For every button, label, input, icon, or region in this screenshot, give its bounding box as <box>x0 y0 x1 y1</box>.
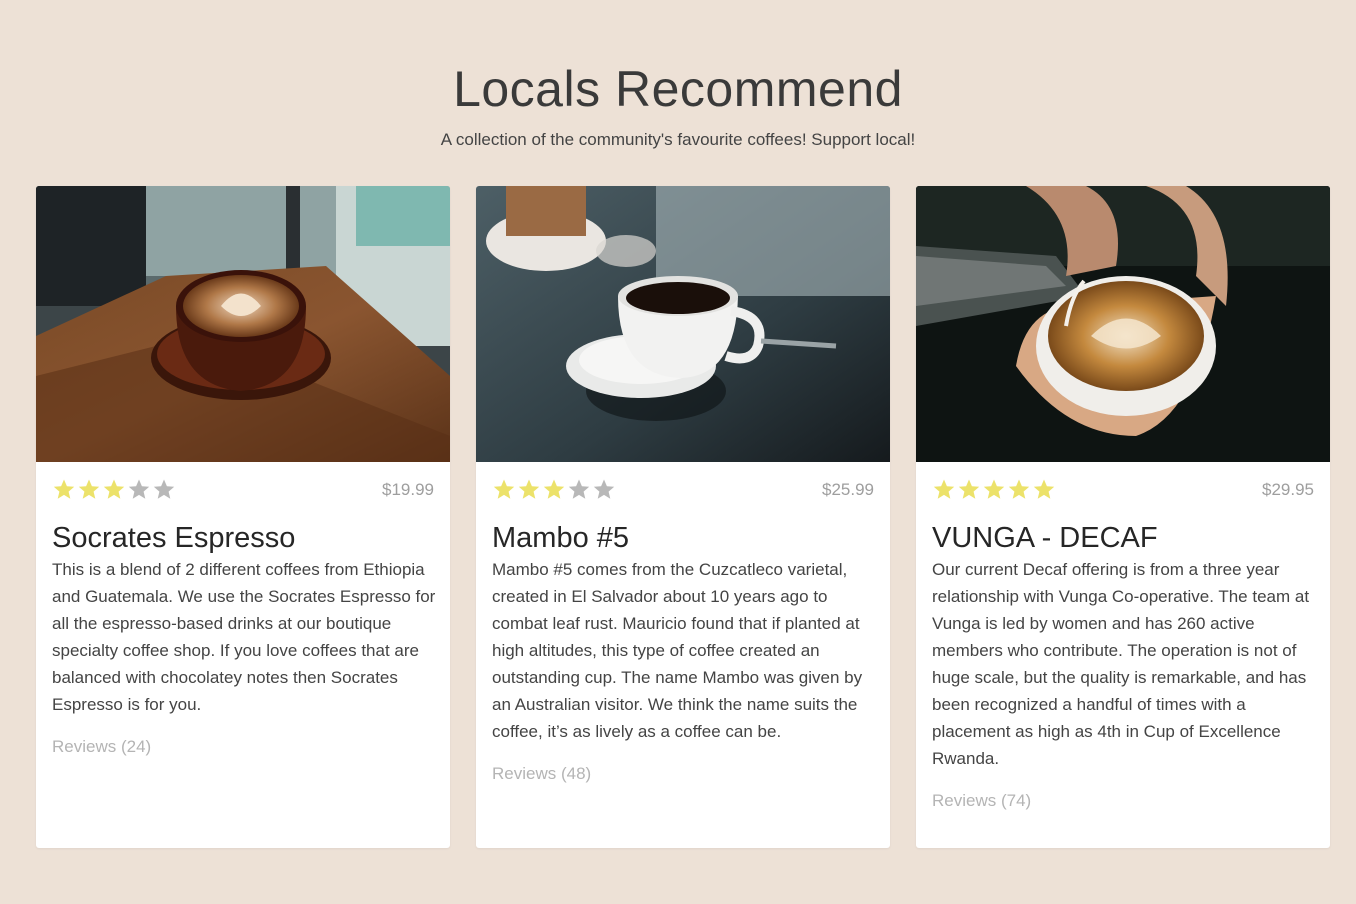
star-filled-icon <box>983 479 1005 499</box>
latte-art-cup-image <box>36 186 450 462</box>
reviews-link[interactable]: Reviews (24) <box>52 733 436 760</box>
product-image[interactable] <box>36 186 450 462</box>
price: $19.99 <box>382 480 434 499</box>
star-filled-icon <box>493 479 515 499</box>
card-meta: $25.99 <box>492 478 874 502</box>
star-empty-icon <box>128 479 150 499</box>
product-card[interactable]: $25.99 Mambo #5 Mambo #5 comes from the … <box>476 186 890 848</box>
star-filled-icon <box>1033 479 1055 499</box>
price: $25.99 <box>822 480 874 499</box>
star-filled-icon <box>518 479 540 499</box>
rating-stars <box>52 478 177 500</box>
reviews-link[interactable]: Reviews (74) <box>932 787 1316 814</box>
product-name[interactable]: VUNGA - DECAF <box>932 520 1316 556</box>
page: Locals Recommend A collection of the com… <box>0 0 1356 904</box>
product-description: Our current Decaf offering is from a thr… <box>932 556 1316 814</box>
product-card[interactable]: $19.99 Socrates Espresso This is a blend… <box>36 186 450 848</box>
product-image[interactable] <box>916 186 1330 462</box>
star-filled-icon <box>1008 479 1030 499</box>
description-text: This is a blend of 2 different coffees f… <box>52 560 436 714</box>
star-empty-icon <box>153 479 175 499</box>
product-name[interactable]: Socrates Espresso <box>52 520 436 556</box>
reviews-link[interactable]: Reviews (48) <box>492 760 876 787</box>
card-meta: $29.95 <box>932 478 1314 502</box>
page-title: Locals Recommend <box>453 61 903 117</box>
rating-stars <box>492 478 617 500</box>
product-image[interactable] <box>476 186 890 462</box>
star-filled-icon <box>53 479 75 499</box>
product-name[interactable]: Mambo #5 <box>492 520 876 556</box>
product-cards: $19.99 Socrates Espresso This is a blend… <box>36 186 1330 848</box>
white-cup-image <box>476 186 890 462</box>
rating-stars <box>932 478 1057 500</box>
star-filled-icon <box>103 479 125 499</box>
description-text: Our current Decaf offering is from a thr… <box>932 560 1310 768</box>
pouring-latte-image <box>916 186 1330 462</box>
product-description: Mambo #5 comes from the Cuzcatleco varie… <box>492 556 876 787</box>
page-subtitle: A collection of the community's favourit… <box>440 130 916 149</box>
product-description: This is a blend of 2 different coffees f… <box>52 556 436 760</box>
star-empty-icon <box>568 479 590 499</box>
star-filled-icon <box>543 479 565 499</box>
star-filled-icon <box>958 479 980 499</box>
price: $29.95 <box>1262 480 1314 499</box>
card-meta: $19.99 <box>52 478 434 502</box>
description-text: Mambo #5 comes from the Cuzcatleco varie… <box>492 560 863 741</box>
star-filled-icon <box>933 479 955 499</box>
product-card[interactable]: $29.95 VUNGA - DECAF Our current Decaf o… <box>916 186 1330 848</box>
header: Locals Recommend A collection of the com… <box>0 60 1356 150</box>
star-filled-icon <box>78 479 100 499</box>
star-empty-icon <box>593 479 615 499</box>
